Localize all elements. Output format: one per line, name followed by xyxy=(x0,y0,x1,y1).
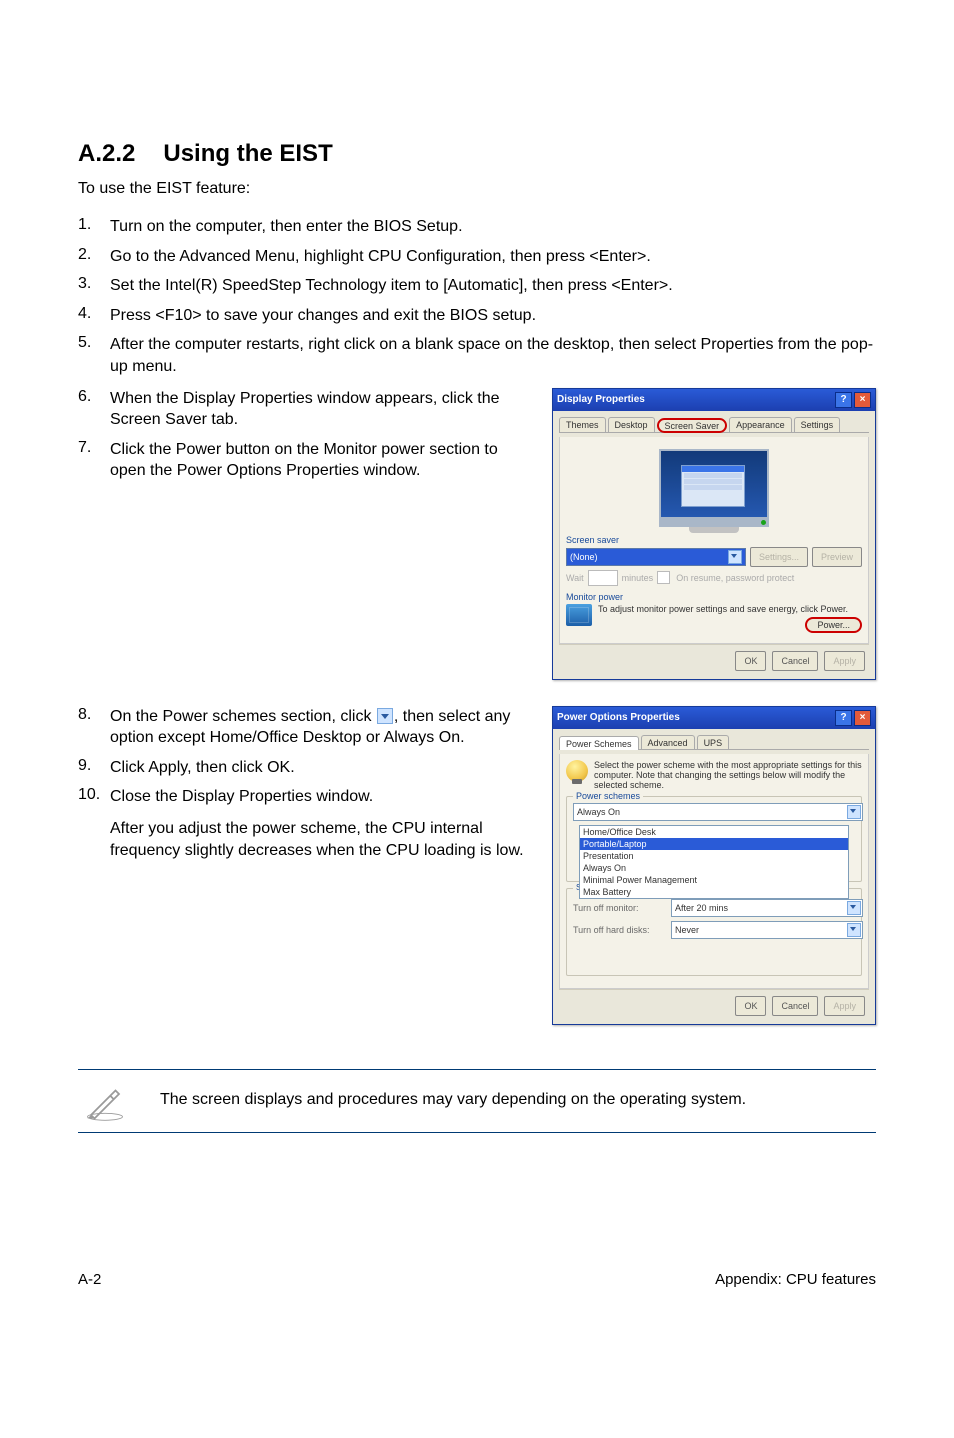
footer-right: Appendix: CPU features xyxy=(715,1271,876,1288)
list-item: 1.Turn on the computer, then enter the B… xyxy=(78,216,876,238)
resume-label: On resume, password protect xyxy=(676,573,794,583)
cancel-button[interactable]: Cancel xyxy=(772,996,818,1016)
list-item: 3.Set the Intel(R) SpeedStep Technology … xyxy=(78,275,876,297)
note-text: The screen displays and procedures may v… xyxy=(160,1090,746,1111)
list-item[interactable]: Max Battery xyxy=(580,886,848,898)
power-scheme-select[interactable]: Always On xyxy=(573,803,863,821)
tab-ups[interactable]: UPS xyxy=(697,735,730,749)
list-item: 4.Press <F10> to save your changes and e… xyxy=(78,305,876,327)
turn-off-disks-select[interactable]: Never xyxy=(671,921,863,939)
intro-text: To use the EIST feature: xyxy=(78,180,876,198)
display-properties-dialog: Display Properties ? × Themes Desktop Sc… xyxy=(552,388,876,680)
monitor-power-text: To adjust monitor power settings and sav… xyxy=(598,604,862,614)
settings-button[interactable]: Settings... xyxy=(750,547,808,567)
preview-button[interactable]: Preview xyxy=(812,547,862,567)
tab-desktop[interactable]: Desktop xyxy=(608,417,655,432)
screensaver-select[interactable]: (None) xyxy=(566,548,746,566)
list-item: 8. On the Power schemes section, click ,… xyxy=(78,706,532,749)
tab-power-schemes[interactable]: Power Schemes xyxy=(559,736,639,750)
monitor-icon xyxy=(566,604,592,626)
list-item[interactable]: Portable/Laptop xyxy=(580,838,848,850)
footer-left: A-2 xyxy=(78,1271,101,1288)
tab-advanced[interactable]: Advanced xyxy=(641,735,695,749)
power-options-description: Select the power scheme with the most ap… xyxy=(594,760,862,790)
wait-label: Wait xyxy=(566,573,584,583)
wait-unit: minutes xyxy=(622,573,654,583)
note-box: The screen displays and procedures may v… xyxy=(78,1070,876,1132)
help-button[interactable]: ? xyxy=(835,392,852,408)
list-item[interactable]: Always On xyxy=(580,862,848,874)
section-number: A.2.2 xyxy=(78,140,135,168)
turn-off-disks-label: Turn off hard disks: xyxy=(573,925,665,935)
help-button[interactable]: ? xyxy=(835,710,852,726)
list-item[interactable]: Minimal Power Management xyxy=(580,874,848,886)
tab-settings[interactable]: Settings xyxy=(794,417,841,432)
ok-button[interactable]: OK xyxy=(735,651,766,671)
list-item: 2.Go to the Advanced Menu, highlight CPU… xyxy=(78,246,876,268)
power-scheme-dropdown-list[interactable]: Home/Office Desk Portable/Laptop Present… xyxy=(579,825,849,899)
list-item: 5.After the computer restarts, right cli… xyxy=(78,334,876,377)
monitor-power-group-label: Monitor power xyxy=(566,592,862,602)
monitor-preview xyxy=(659,449,769,527)
chevron-down-icon xyxy=(847,901,861,915)
list-item: 10.Close the Display Properties window. xyxy=(78,786,532,808)
tab-screen-saver[interactable]: Screen Saver xyxy=(657,418,728,433)
turn-off-monitor-select[interactable]: After 20 mins xyxy=(671,899,863,917)
apply-button[interactable]: Apply xyxy=(824,651,865,671)
tab-strip: Power Schemes Advanced UPS xyxy=(559,735,869,750)
screensaver-group-label: Screen saver xyxy=(566,535,862,545)
cancel-button[interactable]: Cancel xyxy=(772,651,818,671)
pencil-icon xyxy=(84,1080,126,1122)
list-item: 7.Click the Power button on the Monitor … xyxy=(78,439,532,482)
chevron-down-icon xyxy=(847,923,861,937)
chevron-down-icon xyxy=(728,550,742,564)
resume-checkbox[interactable] xyxy=(657,571,670,584)
dialog-title: Power Options Properties xyxy=(557,712,833,723)
list-item: 9.Click Apply, then click OK. xyxy=(78,757,532,779)
tab-themes[interactable]: Themes xyxy=(559,417,606,432)
page-footer: A-2 Appendix: CPU features xyxy=(78,1271,876,1288)
ok-button[interactable]: OK xyxy=(735,996,766,1016)
bulb-icon xyxy=(566,760,588,782)
wait-spinner[interactable] xyxy=(588,570,618,586)
power-button[interactable]: Power... xyxy=(805,617,862,633)
chevron-down-icon xyxy=(847,805,861,819)
dialog-title: Display Properties xyxy=(557,394,833,405)
tab-appearance[interactable]: Appearance xyxy=(729,417,792,432)
power-schemes-label: Power schemes xyxy=(573,791,643,801)
tab-strip: Themes Desktop Screen Saver Appearance S… xyxy=(559,417,869,433)
turn-off-monitor-label: Turn off monitor: xyxy=(573,903,665,913)
apply-button[interactable]: Apply xyxy=(824,996,865,1016)
close-button[interactable]: × xyxy=(854,710,871,726)
chevron-down-icon xyxy=(377,708,393,724)
list-item[interactable]: Presentation xyxy=(580,850,848,862)
power-options-dialog: Power Options Properties ? × Power Schem… xyxy=(552,706,876,1025)
list-item: 6.When the Display Properties window app… xyxy=(78,388,532,431)
close-button[interactable]: × xyxy=(854,392,871,408)
after-paragraph: After you adjust the power scheme, the C… xyxy=(110,818,532,861)
section-heading: A.2.2 Using the EIST xyxy=(78,140,876,168)
list-item[interactable]: Home/Office Desk xyxy=(580,826,848,838)
section-title: Using the EIST xyxy=(163,140,332,167)
